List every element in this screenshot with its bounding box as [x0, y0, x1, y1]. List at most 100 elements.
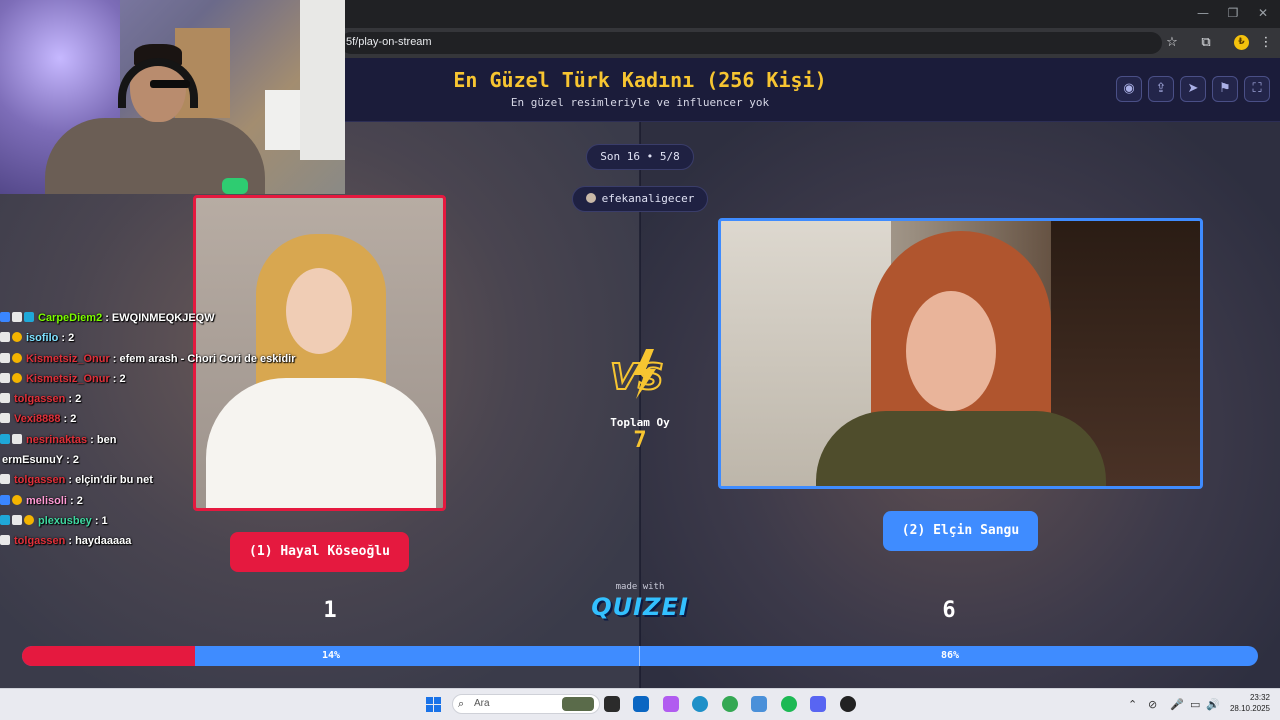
- right-percent: 86%: [940, 650, 960, 661]
- chat-message: tolgassen: haydaaaaa: [0, 535, 300, 555]
- chat-text: : ben: [90, 433, 117, 446]
- chat-badge-icon: [24, 514, 34, 525]
- taskbar-clock[interactable]: 23:32 28.10.2025: [1226, 692, 1270, 714]
- chat-message: isofilo: 2: [0, 332, 300, 352]
- chat-username[interactable]: nesrinaktas: [26, 434, 87, 446]
- chat-username[interactable]: tolgassen: [14, 474, 65, 486]
- chat-username[interactable]: ermEsunuY: [2, 454, 63, 466]
- chat-message: plexusbey: 1: [0, 514, 300, 535]
- left-progress-fill: [22, 646, 196, 666]
- copilot-icon[interactable]: [663, 696, 679, 712]
- chat-username[interactable]: melisoli: [26, 495, 67, 507]
- chat-badge-icon: [24, 312, 34, 322]
- chat-text: : EWQINMEQKJEQW: [105, 312, 215, 324]
- chat-username[interactable]: tolgassen: [14, 393, 65, 405]
- clock-date: 28.10.2025: [1229, 704, 1270, 713]
- obs-icon[interactable]: [840, 696, 856, 712]
- quiz-title: En Güzel Türk Kadını (256 Kişi): [453, 68, 827, 92]
- chat-username[interactable]: Kismetsiz_Onur: [26, 353, 110, 365]
- chat-username[interactable]: isofilo: [26, 332, 58, 344]
- round-indicator: Son 16 • 5/8: [586, 144, 694, 170]
- chat-badge-icon: [12, 433, 22, 444]
- chat-badge-icon: [0, 514, 10, 525]
- mic-icon[interactable]: 🎤: [1170, 698, 1184, 711]
- chat-badge-icon: [12, 332, 22, 343]
- chat-badge-icon: [0, 352, 10, 363]
- screen: — ❐ ✕ 5f/play-on-stream ☆ ⧉ ₺ ⋮ En Güzel…: [0, 0, 1280, 720]
- extension-coin-icon[interactable]: ₺: [1234, 35, 1249, 50]
- contestant-card-right[interactable]: [718, 218, 1203, 489]
- chat-badge-icon: [0, 332, 10, 343]
- speaker-icon[interactable]: 🔊: [1206, 698, 1220, 711]
- fullscreen-icon[interactable]: ⛶: [1244, 76, 1270, 102]
- chat-message: nesrinaktas: ben: [0, 433, 300, 454]
- chat-message: tolgassen: 2: [0, 393, 300, 413]
- search-highlight-image: [562, 697, 594, 711]
- chat-text: : 2: [112, 372, 126, 385]
- jacket-shape: [816, 411, 1106, 486]
- share-icon[interactable]: ⇪: [1148, 76, 1174, 102]
- chat-badge-icon: [0, 494, 10, 505]
- chat-username[interactable]: Vexi8888: [14, 413, 61, 425]
- chrome-icon[interactable]: [722, 696, 738, 712]
- network-off-icon[interactable]: ⊘: [1148, 698, 1157, 711]
- flag-icon[interactable]: ⚑: [1212, 76, 1238, 102]
- clock-time: 23:32: [1249, 693, 1270, 702]
- vs-text: VS: [610, 357, 664, 398]
- chat-overlay: CarpeDiem2: EWQINMEQKJEQW isofilo: 2 Kisme…: [0, 312, 300, 556]
- chat-badge-icon: [12, 312, 22, 322]
- chat-badge-icon: [0, 312, 10, 322]
- made-with-label: made with: [615, 582, 665, 592]
- task-view-icon[interactable]: [604, 696, 620, 712]
- chat-username[interactable]: tolgassen: [14, 535, 65, 547]
- left-vote-count: 1: [323, 598, 337, 623]
- vote-button-right[interactable]: (2) Elçin Sangu: [883, 511, 1038, 551]
- chat-badge-icon: [0, 413, 10, 424]
- chat-badge-icon: [0, 535, 10, 546]
- close-icon[interactable]: ✕: [1248, 6, 1278, 20]
- settings-icon[interactable]: [751, 696, 767, 712]
- face-shape: [906, 291, 996, 411]
- avatar: [585, 193, 596, 203]
- chat-username[interactable]: plexusbey: [38, 515, 92, 527]
- display-icon[interactable]: ▭: [1190, 698, 1200, 711]
- eye-icon[interactable]: ◉: [1116, 76, 1142, 102]
- chat-text: : 2: [66, 454, 79, 467]
- edge-icon[interactable]: [692, 696, 708, 712]
- total-votes-value: 7: [633, 428, 647, 453]
- chat-badge-icon: [12, 514, 22, 525]
- vs-icon: VS: [609, 349, 665, 399]
- bookmark-star-icon[interactable]: ☆: [1163, 34, 1181, 52]
- spotify-icon[interactable]: [781, 696, 797, 712]
- search-placeholder: Ara: [474, 698, 490, 709]
- address-bar[interactable]: [340, 32, 1162, 54]
- streamer-name: efekanaligecer: [601, 192, 695, 205]
- chat-message: Vexi8888: 2: [0, 413, 300, 433]
- tray-chevron-icon[interactable]: ⌃: [1128, 698, 1137, 711]
- chat-text: : 2: [63, 413, 77, 426]
- chat-text: : elçin'dir bu net: [68, 474, 153, 487]
- left-percent: 14%: [321, 650, 341, 661]
- quiz-subtitle: En güzel resimleriyle ve influencer yok: [510, 96, 770, 109]
- windows-start-icon[interactable]: [426, 697, 441, 712]
- browser-menu-icon[interactable]: ⋮: [1257, 34, 1275, 52]
- chat-badge-icon: [0, 474, 10, 485]
- extensions-icon[interactable]: ⧉: [1197, 34, 1215, 52]
- chat-badge-icon: [0, 393, 10, 404]
- chat-text: : haydaaaaa: [68, 535, 132, 548]
- chat-badge-icon: [12, 494, 22, 505]
- maximize-icon[interactable]: ❐: [1218, 6, 1248, 20]
- outlook-icon[interactable]: [633, 696, 649, 712]
- chat-username[interactable]: CarpeDiem2: [38, 312, 102, 324]
- chat-text: : 1: [94, 514, 108, 527]
- minimize-icon[interactable]: —: [1188, 6, 1218, 20]
- chat-username[interactable]: Kismetsiz_Onur: [26, 373, 110, 385]
- chat-text: : 2: [68, 393, 82, 406]
- right-vote-count: 6: [942, 598, 956, 623]
- progress-midline: [639, 646, 640, 666]
- chat-message: Kismetsiz_Onur: 2: [0, 372, 300, 393]
- microphone: [222, 178, 248, 194]
- brand-logo[interactable]: QUIZEI: [590, 593, 690, 621]
- discord-icon[interactable]: [810, 696, 826, 712]
- send-icon[interactable]: ➤: [1180, 76, 1206, 102]
